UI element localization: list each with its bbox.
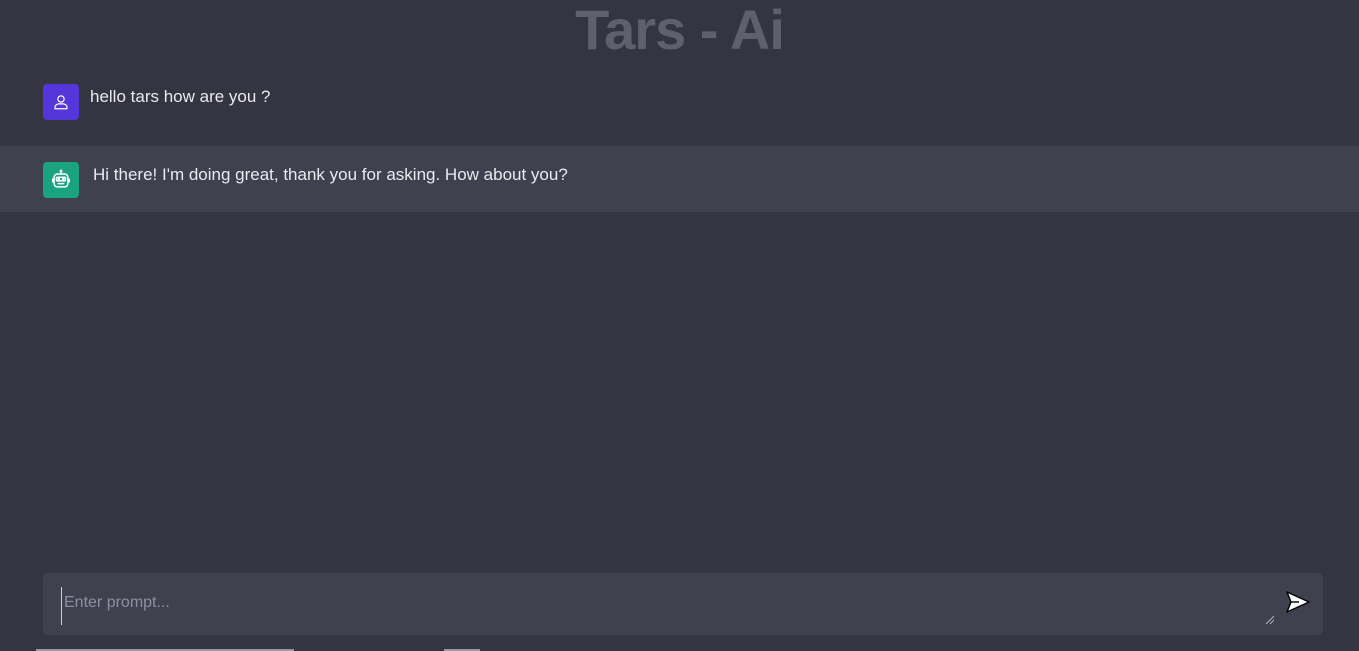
prompt-composer bbox=[43, 573, 1323, 635]
user-avatar bbox=[43, 84, 79, 120]
message-text: hello tars how are you ? bbox=[90, 87, 271, 106]
message-text: Hi there! I'm doing great, thank you for… bbox=[93, 165, 568, 184]
send-button[interactable] bbox=[1283, 589, 1313, 617]
page-title: Tars - Ai bbox=[575, 0, 785, 61]
chat-container: hello tars how are you ? Hi there! I'm d… bbox=[0, 74, 1359, 212]
resize-grip-icon[interactable] bbox=[1265, 615, 1274, 624]
app-window: Tars - Ai hello tars how are you ? Hi th… bbox=[0, 0, 1359, 651]
chat-message-bot: Hi there! I'm doing great, thank you for… bbox=[0, 146, 1359, 212]
send-icon bbox=[1286, 590, 1310, 613]
user-icon bbox=[54, 95, 68, 110]
chat-message-user: hello tars how are you ? bbox=[0, 74, 1359, 146]
bot-avatar bbox=[43, 162, 79, 198]
prompt-input[interactable] bbox=[61, 587, 1273, 625]
robot-icon bbox=[52, 169, 70, 188]
